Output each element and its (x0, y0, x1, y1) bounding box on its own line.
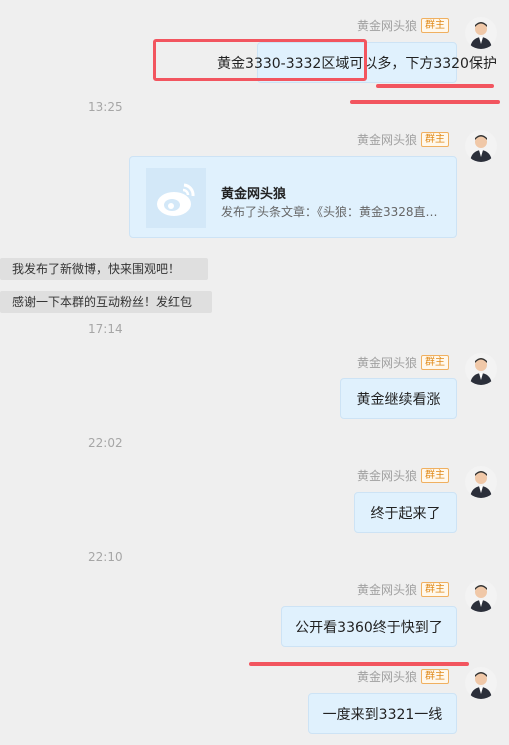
message-text: 黄金继续看涨 (356, 391, 441, 408)
timestamp: 17:14 (88, 322, 123, 336)
avatar[interactable] (465, 17, 497, 49)
owner-badge: 群主 (421, 581, 449, 597)
card-description: 发布了头条文章：《头狼：黄金3328直… (221, 205, 438, 219)
sender-name: 黄金网头狼 (356, 132, 417, 147)
sender-name: 黄金网头狼 (356, 355, 417, 370)
avatar[interactable] (465, 580, 497, 612)
highlight-underline (249, 662, 469, 666)
sender-name: 黄金网头狼 (356, 669, 417, 684)
message-bubble[interactable]: 终于起来了 (354, 492, 457, 533)
message-bubble[interactable]: 公开看3360终于快到了 (281, 606, 457, 647)
share-card[interactable]: 黄金网头狼 发布了头条文章：《头狼：黄金3328直… (129, 156, 457, 238)
owner-badge: 群主 (421, 354, 449, 370)
highlight-box (153, 39, 367, 81)
highlight-underline (350, 100, 500, 104)
sender-name: 黄金网头狼 (356, 18, 417, 33)
message-bubble[interactable]: 一度来到3321一线 (308, 693, 457, 734)
timestamp: 22:02 (88, 436, 123, 450)
sender-name-row: 黄金网头狼 群主 (357, 466, 449, 484)
owner-badge: 群主 (421, 668, 449, 684)
avatar[interactable] (465, 353, 497, 385)
sender-name-row: 黄金网头狼 群主 (357, 580, 449, 598)
system-notice: 感谢一下本群的互动粉丝！发红包 (0, 291, 212, 313)
timestamp: 22:10 (88, 550, 123, 564)
message-text: 公开看3360终于快到了 (295, 619, 443, 636)
owner-badge: 群主 (421, 17, 449, 33)
sender-name-row: 黄金网头狼 群主 (357, 16, 449, 34)
owner-badge: 群主 (421, 467, 449, 483)
message-text: 一度来到3321一线 (322, 706, 443, 723)
sender-name: 黄金网头狼 (356, 582, 417, 597)
sender-name-row: 黄金网头狼 群主 (357, 667, 449, 685)
sender-name: 黄金网头狼 (356, 468, 417, 483)
message-text: 终于起来了 (370, 505, 441, 522)
system-notice: 我发布了新微博，快来围观吧！ (0, 258, 208, 280)
weibo-icon (146, 168, 206, 228)
sender-name-row: 黄金网头狼 群主 (357, 353, 449, 371)
sender-name-row: 黄金网头狼 群主 (357, 130, 449, 148)
owner-badge: 群主 (421, 131, 449, 147)
card-title: 黄金网头狼 (221, 187, 287, 202)
avatar[interactable] (465, 466, 497, 498)
message-bubble[interactable]: 黄金继续看涨 (340, 378, 457, 419)
timestamp: 13:25 (88, 100, 123, 114)
avatar[interactable] (465, 667, 497, 699)
avatar[interactable] (465, 130, 497, 162)
highlight-underline (376, 84, 494, 88)
